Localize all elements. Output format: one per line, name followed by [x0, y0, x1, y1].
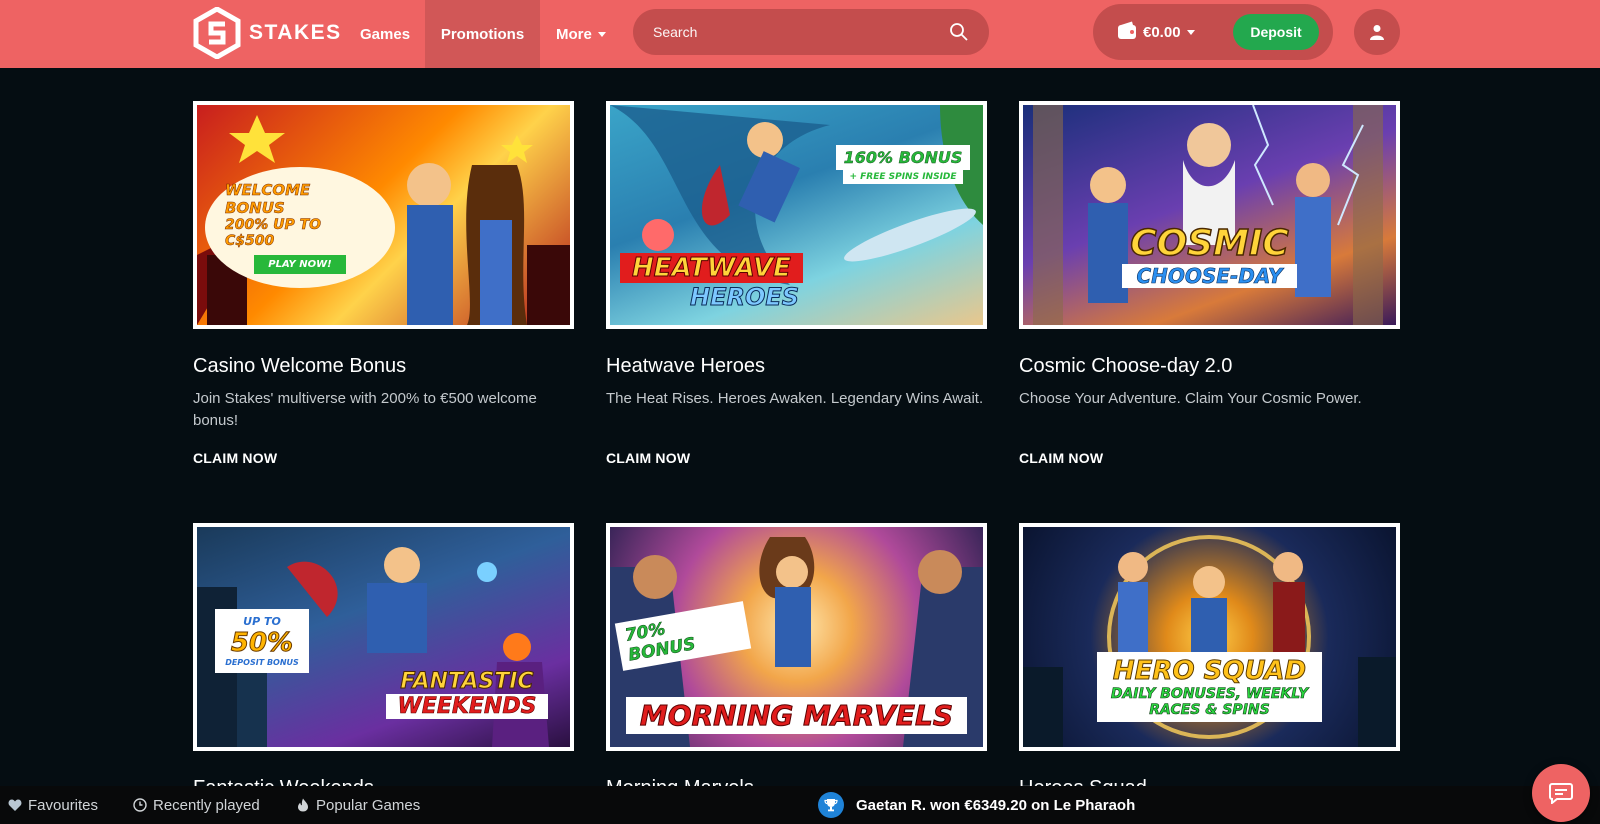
promo-image[interactable]: COSMIC CHOOSE-DAY — [1019, 101, 1400, 329]
banner-line: 50% — [230, 628, 294, 659]
bottom-bar: Favourites Recently played Popular Games… — [0, 786, 1600, 824]
promo-artwork: 70% BONUS MORNING MARVELS — [610, 527, 983, 747]
banner-line: COSMIC — [1129, 222, 1289, 265]
promo-artwork: HERO SQUAD DAILY BONUSES, WEEKLY RACES &… — [1023, 527, 1396, 747]
promo-image[interactable]: WELCOME BONUS 200% UP TO C$500 PLAY NOW! — [193, 101, 574, 329]
promo-image[interactable]: 70% BONUS MORNING MARVELS — [606, 523, 987, 751]
banner-line: DEPOSIT BONUS — [225, 658, 299, 667]
promo-title: Heatwave Heroes — [606, 355, 765, 377]
favourites-label: Favourites — [28, 796, 99, 814]
banner-line: WEEKENDS — [385, 694, 549, 719]
popular-games-link[interactable]: Popular Games — [296, 786, 420, 824]
nav-games[interactable]: Games — [360, 0, 410, 68]
winner-text: Gaetan R. won €6349.20 on Le Pharaoh — [856, 796, 1136, 814]
claim-now-link[interactable]: CLAIM NOW — [606, 450, 690, 466]
speech-bubble: WELCOME BONUS 200% UP TO C$500 PLAY NOW! — [205, 167, 395, 288]
banner-line: HEATWAVE — [620, 253, 803, 284]
promo-artwork: WELCOME BONUS 200% UP TO C$500 PLAY NOW! — [197, 105, 570, 325]
banner-line: RACES & SPINS — [1149, 702, 1270, 719]
promo-banner: UP TO 50% DEPOSIT BONUS — [207, 609, 317, 673]
claim-now-link[interactable]: CLAIM NOW — [193, 450, 277, 466]
search-icon[interactable] — [949, 22, 969, 42]
promo-description: Choose Your Adventure. Claim Your Cosmic… — [1019, 390, 1362, 407]
banner-line: + FREE SPINS INSIDE — [843, 170, 963, 184]
promo-card: 160% BONUS + FREE SPINS INSIDE HEATWAVE … — [606, 101, 987, 468]
promo-title: Cosmic Choose-day 2.0 — [1019, 355, 1233, 377]
promo-title-art: MORNING MARVELS — [610, 697, 983, 734]
promo-artwork: 160% BONUS + FREE SPINS INSIDE HEATWAVE … — [610, 105, 983, 325]
banner-box: HERO SQUAD DAILY BONUSES, WEEKLY RACES &… — [1096, 652, 1323, 722]
promo-banner: WELCOME BONUS 200% UP TO C$500 PLAY NOW! — [205, 167, 395, 288]
balance-dropdown[interactable]: €0.00 — [1143, 4, 1195, 60]
promo-card: HERO SQUAD DAILY BONUSES, WEEKLY RACES &… — [1019, 523, 1400, 800]
promo-artwork: COSMIC CHOOSE-DAY — [1023, 105, 1396, 325]
promo-banner: 160% BONUS + FREE SPINS INSIDE — [833, 145, 973, 184]
banner-line: HERO SQUAD — [1112, 656, 1307, 687]
recently-played-label: Recently played — [153, 796, 260, 814]
promo-image[interactable]: UP TO 50% DEPOSIT BONUS FANTASTIC WEEKEN… — [193, 523, 574, 751]
chevron-down-icon — [597, 31, 606, 37]
banner-line: UP TO — [243, 615, 281, 628]
promo-title: Casino Welcome Bonus — [193, 355, 407, 377]
banner-line: FANTASTIC — [400, 669, 534, 695]
recently-played-link[interactable]: Recently played — [133, 786, 260, 824]
promo-card: WELCOME BONUS 200% UP TO C$500 PLAY NOW!… — [193, 101, 574, 468]
deposit-button[interactable]: Deposit — [1233, 14, 1319, 50]
search-input[interactable] — [653, 24, 949, 40]
promo-card: UP TO 50% DEPOSIT BONUS FANTASTIC WEEKEN… — [193, 523, 574, 800]
brand-name: STAKES — [249, 21, 342, 44]
nav-more-label: More — [556, 25, 592, 43]
top-header: STAKES Games Promotions More €0.00 Depos… — [0, 0, 1600, 68]
promo-image[interactable]: HERO SQUAD DAILY BONUSES, WEEKLY RACES &… — [1019, 523, 1400, 751]
banner-line: WELCOME BONUS — [225, 181, 311, 218]
promo-image[interactable]: 160% BONUS + FREE SPINS INSIDE HEATWAVE … — [606, 101, 987, 329]
claim-now-link[interactable]: CLAIM NOW — [1019, 450, 1103, 466]
speech-bubble: UP TO 50% DEPOSIT BONUS — [215, 609, 309, 673]
promo-artwork: UP TO 50% DEPOSIT BONUS FANTASTIC WEEKEN… — [197, 527, 570, 747]
chevron-down-icon — [1186, 29, 1195, 35]
chat-icon — [1549, 783, 1573, 804]
nav-promotions[interactable]: Promotions — [425, 0, 540, 68]
promo-card: COSMIC CHOOSE-DAY Cosmic Choose-day 2.0 … — [1019, 101, 1400, 468]
nav-more-dropdown[interactable]: More — [556, 0, 606, 68]
flame-icon — [298, 798, 308, 812]
promo-banner: COSMIC CHOOSE-DAY — [1023, 222, 1396, 288]
winner-ticker: Gaetan R. won €6349.20 on Le Pharaoh — [818, 786, 1135, 824]
brand-logo[interactable]: STAKES — [193, 7, 342, 59]
cosmic-art — [1033, 105, 1383, 325]
popular-games-label: Popular Games — [316, 796, 421, 814]
heart-icon — [8, 799, 22, 811]
banner-line: HEROES — [689, 283, 800, 312]
banner-line: DAILY BONUSES, WEEKLY — [1110, 686, 1309, 703]
trophy-icon — [818, 792, 844, 818]
clock-icon — [133, 798, 147, 812]
banner-line: 160% BONUS — [835, 145, 971, 170]
wallet-icon[interactable] — [1117, 21, 1139, 41]
promo-card: 70% BONUS MORNING MARVELS Morning Marvel… — [606, 523, 987, 800]
promo-description: Join Stakes' multiverse with 200% to €50… — [193, 390, 537, 429]
account-button[interactable] — [1354, 9, 1400, 55]
chat-button[interactable] — [1532, 764, 1590, 822]
banner-line: 200% UP TO C$500 — [225, 217, 322, 250]
promo-banner: 70% BONUS — [614, 601, 752, 671]
wallet-panel: €0.00 Deposit — [1093, 4, 1333, 60]
user-icon — [1370, 25, 1384, 40]
stakes-logo-icon — [193, 7, 241, 59]
promo-title-art: HEATWAVE HEROES — [620, 253, 820, 312]
banner-play-label: PLAY NOW! — [254, 255, 346, 274]
favourites-link[interactable]: Favourites — [8, 786, 98, 824]
promo-description: The Heat Rises. Heroes Awaken. Legendary… — [606, 390, 984, 407]
promo-title-art: FANTASTIC WEEKENDS — [372, 669, 562, 719]
balance-amount: €0.00 — [1143, 23, 1181, 41]
banner-line: MORNING MARVELS — [625, 697, 968, 734]
search-bar — [633, 9, 989, 55]
banner-line: CHOOSE-DAY — [1122, 264, 1297, 288]
promo-banner: HERO SQUAD DAILY BONUSES, WEEKLY RACES &… — [1023, 652, 1396, 722]
